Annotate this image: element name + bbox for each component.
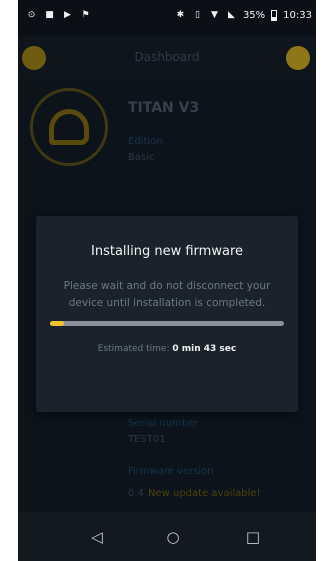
estimated-time-label: Estimated time: bbox=[97, 344, 170, 354]
firmware-value: 0.4 bbox=[128, 488, 144, 499]
device-name: TITAN V3 bbox=[128, 100, 200, 116]
home-icon[interactable]: ○ bbox=[164, 528, 182, 546]
app-bar: Dashboard bbox=[18, 36, 316, 80]
battery-percent: 35% bbox=[242, 10, 266, 21]
settings-button[interactable] bbox=[286, 46, 310, 70]
navigation-bar: ◁ ○ □ bbox=[18, 512, 316, 561]
recent-apps-icon[interactable]: □ bbox=[244, 528, 262, 546]
status-bar: ⊙ ■ ▶ ⚑ ✱ ▯ ▼ ◣ 35% 10:33 bbox=[18, 0, 316, 36]
dialog-message: Please wait and do not disconnect your d… bbox=[63, 280, 271, 309]
firmware-install-dialog: Installing new firmware Please wait and … bbox=[36, 216, 298, 412]
serial-value: TEST01 bbox=[128, 434, 166, 445]
edition-value: Basic bbox=[128, 152, 155, 163]
battery-icon bbox=[271, 10, 278, 21]
progress-bar-fill bbox=[50, 321, 65, 326]
clock: 10:33 bbox=[283, 10, 312, 21]
app-bar-title: Dashboard bbox=[134, 50, 200, 64]
signal-icon: ◣ bbox=[227, 10, 235, 20]
phone-screen: ⊙ ■ ▶ ⚑ ✱ ▯ ▼ ◣ 35% 10:33 Dashboard TITA… bbox=[18, 0, 316, 561]
edition-label: Edition bbox=[128, 136, 163, 147]
progress-bar bbox=[50, 321, 284, 326]
firmware-update-link[interactable]: New update available! bbox=[148, 488, 261, 499]
serial-label: Serial number bbox=[128, 418, 199, 429]
back-icon[interactable]: ◁ bbox=[88, 528, 106, 546]
firmware-label: Firmware version bbox=[128, 466, 214, 477]
helmet-icon bbox=[49, 109, 89, 145]
dialog-title: Installing new firmware bbox=[91, 244, 243, 259]
estimated-time-value: 0 min 43 sec bbox=[172, 344, 237, 354]
dashboard-background: Dashboard TITAN V3 Edition Basic Serial … bbox=[18, 36, 316, 512]
wifi-icon: ▼ bbox=[210, 10, 218, 20]
device-avatar bbox=[30, 88, 108, 166]
estimated-time: Estimated time: 0 min 43 sec bbox=[36, 344, 298, 354]
notification-icon: ⊙ bbox=[27, 10, 36, 20]
play-icon: ▶ bbox=[64, 10, 71, 20]
gallery-icon: ■ bbox=[45, 10, 54, 20]
vibrate-icon: ▯ bbox=[194, 10, 200, 20]
bluetooth-icon: ✱ bbox=[176, 10, 185, 20]
flag-icon: ⚑ bbox=[81, 10, 90, 20]
